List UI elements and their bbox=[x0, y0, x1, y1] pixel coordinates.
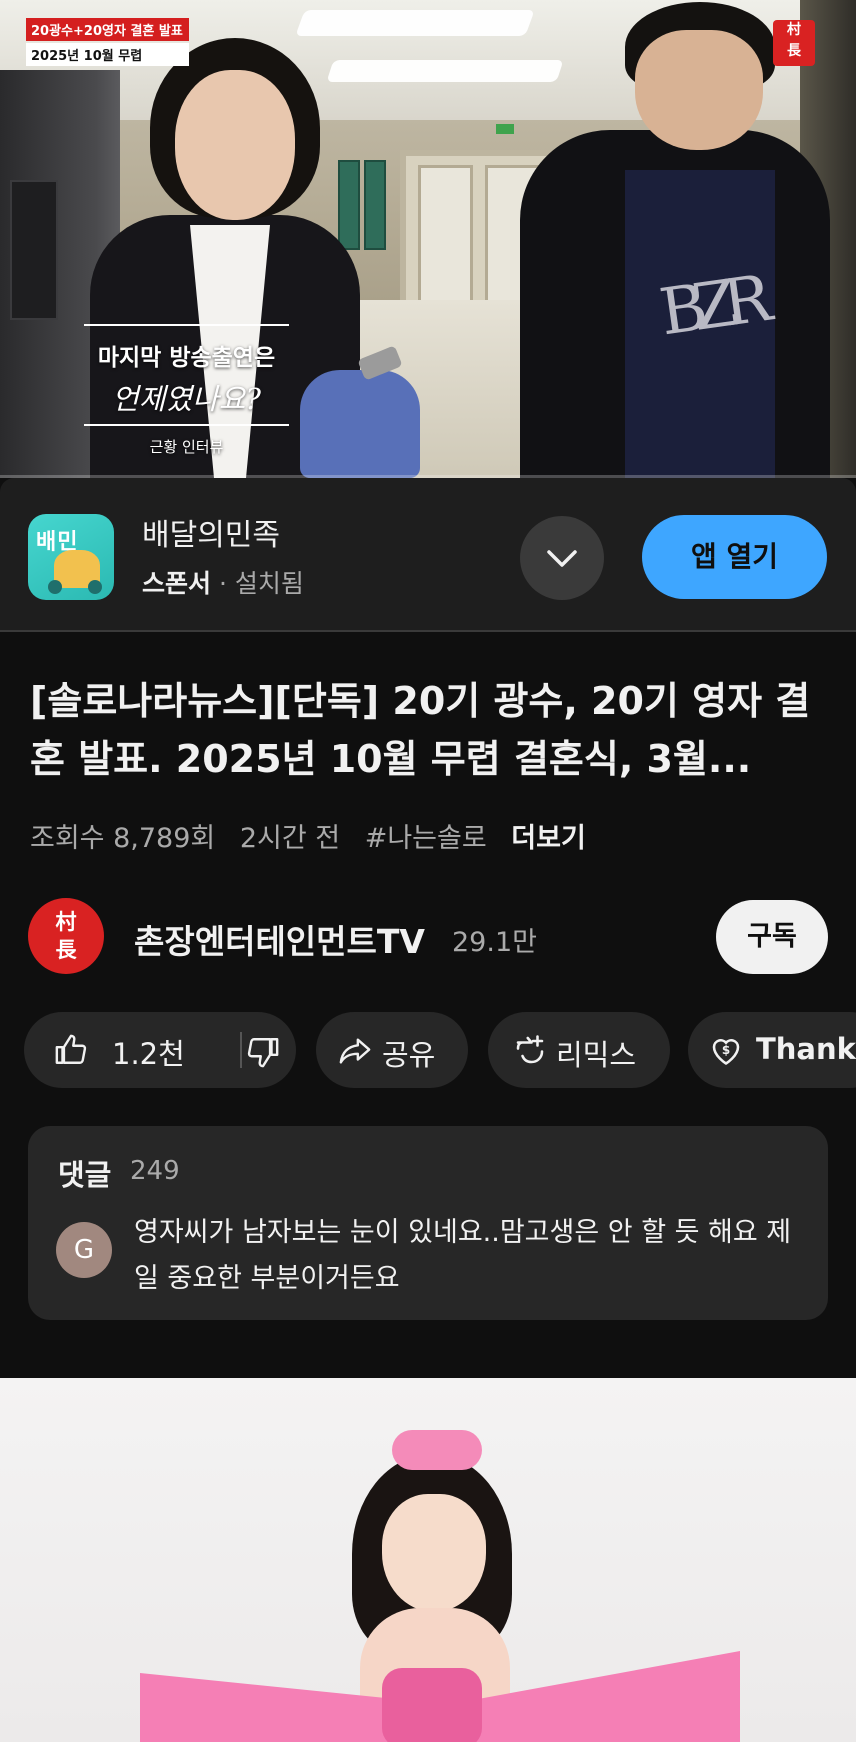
thanks-button[interactable]: $ Thanks bbox=[688, 1012, 856, 1088]
video-scene-exit-sign bbox=[496, 124, 514, 134]
caption-line-1: 마지막 방송출연은 bbox=[97, 345, 276, 371]
thumbs-down-icon[interactable] bbox=[246, 1035, 280, 1069]
view-count: 조회수 8,789회 bbox=[30, 823, 216, 854]
video-person-man-face bbox=[635, 30, 763, 150]
video-scene-board bbox=[364, 160, 386, 250]
thumb-hair-bow bbox=[392, 1430, 482, 1470]
video-person-woman-bag bbox=[300, 370, 420, 478]
caption-rule-top bbox=[84, 324, 289, 326]
video-person-woman-face bbox=[175, 70, 295, 220]
share-label: 공유 bbox=[382, 1038, 436, 1072]
thumbs-up-icon[interactable] bbox=[54, 1033, 88, 1067]
subscriber-count: 29.1만 bbox=[452, 927, 537, 958]
chevron-down-icon bbox=[547, 550, 577, 567]
thumb-person-face bbox=[382, 1494, 486, 1612]
video-title[interactable]: [솔로나라뉴스][단독] 20기 광수, 20기 영자 결혼 발표. 2025년… bbox=[30, 672, 830, 788]
video-headline-badge: 20광수+20영자 결혼 발표 2025년 10월 무렵 bbox=[26, 18, 189, 66]
ad-sponsor-line: 스폰서 · 설치됨 bbox=[142, 564, 304, 600]
video-player[interactable]: BZR 20광수+20영자 결혼 발표 2025년 10월 무렵 村長 마지막 … bbox=[0, 0, 856, 478]
ad-app-name[interactable]: 배달의민족 bbox=[142, 510, 280, 554]
ad-separator: · bbox=[211, 569, 235, 598]
thumb-bow-knot bbox=[382, 1668, 482, 1742]
video-scene-light bbox=[326, 60, 564, 82]
app-icon[interactable]: 배민 bbox=[28, 514, 114, 600]
ad-sponsor-label: 스폰서 bbox=[142, 569, 212, 598]
channel-seal-logo: 村長 bbox=[773, 20, 815, 66]
next-video-thumbnail[interactable] bbox=[0, 1378, 856, 1742]
video-scene-light bbox=[295, 10, 535, 36]
comments-count: 249 bbox=[130, 1156, 180, 1186]
video-headline-top: 20광수+20영자 결혼 발표 bbox=[26, 18, 189, 41]
ad-expand-button[interactable] bbox=[520, 516, 604, 600]
caption-rule-bottom bbox=[84, 424, 289, 426]
subscribe-button[interactable]: 구독 bbox=[716, 900, 828, 974]
remix-label: 리믹스 bbox=[556, 1038, 637, 1072]
video-scene-board bbox=[338, 160, 360, 250]
like-count[interactable]: 1.2천 bbox=[112, 1031, 185, 1073]
hashtag-link[interactable]: #나는솔로 bbox=[365, 823, 487, 854]
like-divider bbox=[240, 1032, 242, 1068]
comments-section[interactable]: 댓글 249 G 영자씨가 남자보는 눈이 있네요..맘고생은 안 할 듯 해요… bbox=[28, 1126, 828, 1320]
thanks-icon: $ bbox=[712, 1039, 740, 1065]
more-button[interactable]: 더보기 bbox=[511, 823, 586, 854]
channel-avatar[interactable]: 村長 bbox=[28, 898, 104, 974]
caption-line-3: 근황 인터뷰 bbox=[149, 438, 224, 456]
app-icon-wheel bbox=[88, 580, 102, 594]
thanks-label: Thanks bbox=[756, 1032, 856, 1066]
comments-header: 댓글 bbox=[58, 1158, 112, 1192]
upload-age: 2시간 전 bbox=[239, 823, 341, 854]
video-meta[interactable]: 조회수 8,789회 2시간 전 #나는솔로 더보기 bbox=[30, 816, 602, 855]
svg-text:$: $ bbox=[722, 1043, 730, 1057]
video-headline-bottom: 2025년 10월 무렵 bbox=[26, 43, 189, 66]
video-shirt-logo: BZR bbox=[655, 263, 763, 351]
app-icon-wheel bbox=[48, 580, 62, 594]
caption-line-2: 언제였나요? bbox=[112, 382, 261, 416]
video-caption: 마지막 방송출연은 언제였나요? 근황 인터뷰 bbox=[84, 324, 289, 457]
youtube-watch-page: BZR 20광수+20영자 결혼 발표 2025년 10월 무렵 村長 마지막 … bbox=[0, 0, 856, 1742]
like-dislike-chip: 1.2천 bbox=[24, 1012, 296, 1088]
open-app-button[interactable]: 앱 열기 bbox=[642, 515, 827, 599]
video-scene-door-glass bbox=[418, 165, 473, 305]
remix-button[interactable]: 리믹스 bbox=[488, 1012, 670, 1088]
ad-install-status: 설치됨 bbox=[234, 569, 304, 598]
share-button[interactable]: 공유 bbox=[316, 1012, 468, 1088]
top-comment-text: 영자씨가 남자보는 눈이 있네요..맘고생은 안 할 듯 해요 제일 중요한 부… bbox=[134, 1217, 792, 1294]
share-icon bbox=[339, 1038, 371, 1064]
remix-icon bbox=[516, 1035, 544, 1064]
channel-name[interactable]: 촌장엔터테인먼트TV bbox=[134, 915, 425, 963]
comment-avatar: G bbox=[56, 1222, 112, 1278]
